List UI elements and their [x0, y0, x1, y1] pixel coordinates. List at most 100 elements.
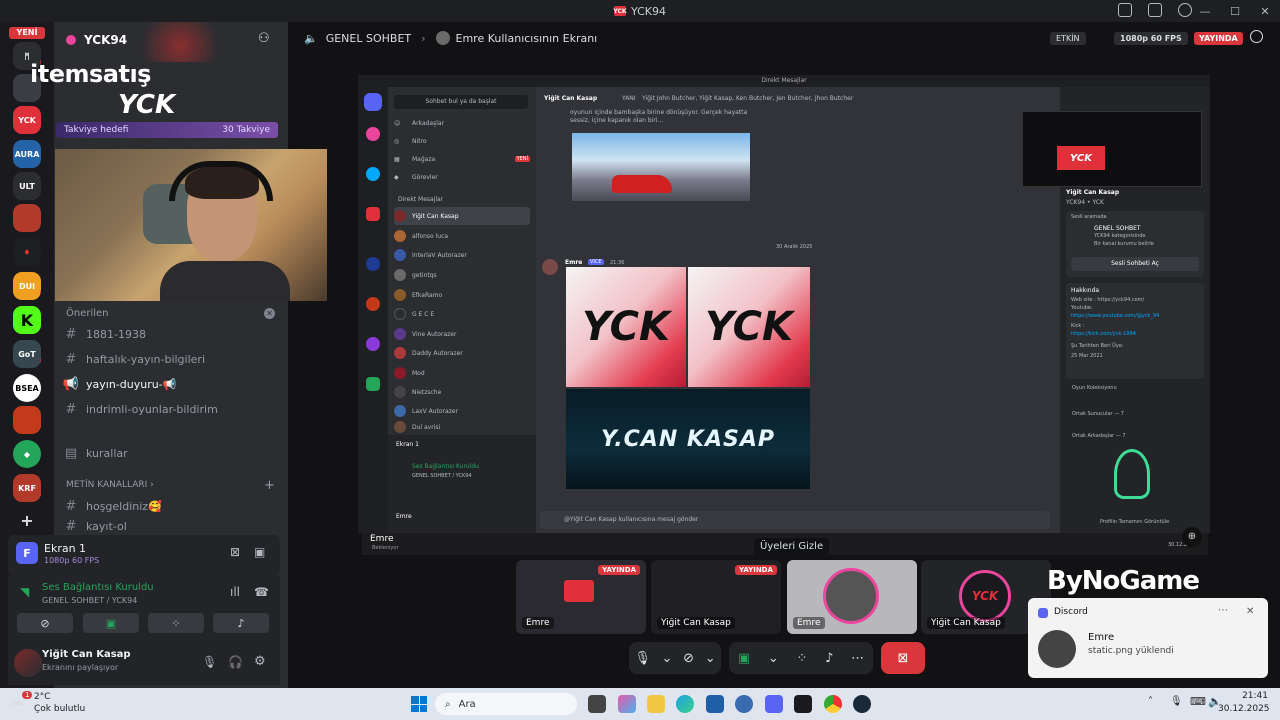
game-collection[interactable]: Oyun Koleksiyonu — [1072, 385, 1117, 391]
common-friends[interactable]: Ortak Arkadaşlar — 7 — [1072, 433, 1126, 439]
file-explorer-icon[interactable] — [647, 695, 665, 713]
inner-server-icon[interactable] — [366, 377, 380, 391]
noise-suppression-icon[interactable]: ıll — [230, 585, 240, 599]
inner-search[interactable]: Sohbet bul ya da başlat — [394, 95, 528, 109]
tray-chevron-icon[interactable]: ˄ — [1148, 696, 1153, 707]
inner-message-input[interactable]: @Yiğit Can Kasap kullanıcısına mesaj gön… — [540, 511, 1050, 529]
disconnect-icon[interactable]: ☎ — [254, 585, 269, 599]
copilot-icon[interactable] — [618, 695, 636, 713]
screen-share-button[interactable]: ▣ — [83, 613, 139, 633]
app-icon[interactable] — [794, 695, 812, 713]
user-avatar[interactable] — [14, 649, 42, 677]
network-icon[interactable]: ⌨ — [1190, 695, 1206, 708]
discord-taskbar-icon[interactable] — [765, 695, 783, 713]
microphone-icon[interactable]: 🎙 — [202, 655, 217, 669]
camera-off-button[interactable]: ⊘ — [683, 651, 694, 666]
text-channels-header[interactable]: METİN KANALLARI › — [66, 480, 154, 490]
voice-status[interactable]: Ses Bağlantısı Kuruldu — [42, 582, 154, 593]
server-icon-yck[interactable]: YCK — [13, 106, 41, 134]
add-server-button[interactable]: + — [13, 506, 41, 534]
inner-server-icon[interactable] — [366, 207, 380, 221]
zoom-icon[interactable]: ⊕ — [1182, 527, 1202, 547]
microphone-button[interactable]: 🎙 — [634, 651, 651, 666]
windows-start-icon[interactable] — [411, 696, 427, 712]
yck-image-1[interactable]: YCK — [566, 267, 686, 387]
channel-item[interactable]: 📢 yayın-duyuru-📢 — [62, 372, 272, 396]
inner-nav-item[interactable]: ◆ Görevler — [394, 168, 530, 186]
inner-server-icon[interactable] — [366, 337, 380, 351]
server-icon-aura[interactable]: AURA — [13, 140, 41, 168]
chevron-down-icon[interactable]: ⌄ — [705, 651, 716, 666]
inner-dm-item[interactable]: Yiğit Can Kasap — [394, 207, 530, 225]
chevron-down-icon[interactable]: ⌄ — [662, 651, 673, 666]
ycankasap-banner[interactable]: Y.CAN KASAP — [566, 389, 810, 489]
inner-dm-item[interactable]: Daddy Autorazer — [394, 344, 530, 362]
server-icon-ultimate[interactable]: ULT — [13, 172, 41, 200]
inner-dm-item[interactable]: Vine Autorazer — [394, 325, 530, 343]
server-icon-kick[interactable]: K — [13, 306, 41, 334]
stop-stream-icon[interactable]: ⊠ — [230, 545, 240, 559]
channel-item[interactable]: # haftalık-yayın-bilgileri — [62, 347, 272, 371]
add-member-icon[interactable]: ⚇ — [258, 31, 270, 46]
channel-item[interactable]: #1881-1938 — [62, 322, 272, 346]
camera-button[interactable]: ⊘ — [17, 613, 73, 633]
common-servers[interactable]: Ortak Sunucular — 7 — [1072, 411, 1124, 417]
inner-discord-home-icon[interactable] — [364, 93, 382, 111]
participant-tile[interactable]: YAYINDA Yiğit Can Kasap — [651, 560, 781, 634]
screen-share-button[interactable]: ▣ — [738, 651, 750, 666]
toast-more-icon[interactable]: ⋯ — [1218, 605, 1228, 616]
inbox-icon[interactable] — [1148, 3, 1162, 17]
server-icon-gothrones[interactable]: GoT11 — [13, 340, 41, 368]
steam-icon[interactable] — [853, 695, 871, 713]
task-view-icon[interactable] — [588, 695, 606, 713]
inner-nav-item[interactable]: ☺ Arkadaşlar — [394, 114, 530, 132]
settings-app-icon[interactable] — [735, 695, 753, 713]
channel-item[interactable]: # kayıt-ol — [62, 518, 272, 534]
participant-tile[interactable]: YAYINDA Emre — [516, 560, 646, 634]
server-icon-6[interactable]: ♦ — [13, 238, 41, 266]
minimize-button[interactable]: — — [1190, 5, 1220, 18]
server-icon-9[interactable]: 14 — [13, 406, 41, 434]
channel-item[interactable]: # indrimli-oyunlar-bildirim — [62, 397, 272, 421]
inner-server-icon[interactable] — [366, 257, 380, 271]
server-icon-kraft[interactable]: KRF259 — [13, 474, 41, 502]
view-full-profile[interactable]: Profilin Tamamını Görüntüle — [1100, 519, 1169, 525]
clock-time[interactable]: 21:41 — [1226, 691, 1268, 701]
inner-server-icon[interactable] — [366, 167, 380, 181]
clock-date[interactable]: 30.12.2025 — [1218, 704, 1270, 714]
activities-button[interactable]: ⁘ — [148, 613, 204, 633]
inner-nav-item[interactable]: ◎ Nitro — [394, 132, 530, 150]
activities-button[interactable]: ⁘ — [797, 651, 808, 666]
inner-dm-item[interactable]: Nietzsche — [394, 383, 530, 401]
server-icon-dui[interactable]: DUI1 — [13, 272, 41, 300]
add-channel-icon[interactable]: + — [264, 478, 275, 493]
channel-item[interactable]: ▤ kurallar — [62, 441, 272, 465]
channel-item[interactable]: # hoşgeldiniz🥰 — [62, 494, 272, 518]
inner-dm-item[interactable]: LaxV Autorazer — [394, 402, 530, 420]
server-icon-blacksea[interactable]: BSEA — [13, 374, 41, 402]
store-icon[interactable] — [706, 695, 724, 713]
more-options-button[interactable]: ⋯ — [851, 651, 864, 666]
inner-dm-item[interactable]: getintqs — [394, 266, 530, 284]
weather-widget[interactable]: ☁ 1 — [10, 691, 33, 712]
voice-channel-name[interactable]: GENEL SOHBET — [326, 32, 411, 45]
inner-dm-item[interactable]: EfkaRamo — [394, 286, 530, 304]
leave-call-button[interactable]: ⊠ — [881, 642, 925, 674]
notification-toast[interactable]: Discord ⋯ ✕ Emre static.png yüklendi — [1028, 598, 1268, 678]
inner-server-icon[interactable] — [366, 127, 380, 141]
inner-dm-item[interactable]: InterlaV Autorazer — [394, 246, 530, 264]
boost-bar[interactable]: Takviye hedefi 30 Takviye — [56, 122, 278, 138]
server-icon-5[interactable] — [13, 204, 41, 232]
inner-server-icon[interactable] — [366, 297, 380, 311]
edge-icon[interactable] — [676, 695, 694, 713]
maximize-button[interactable]: ☐ — [1220, 5, 1250, 18]
taskbar-search[interactable]: ⌕ Ara — [435, 693, 577, 715]
chat-bubble-icon[interactable] — [1250, 30, 1263, 43]
inner-nav-item[interactable]: ▦ Mağaza YENİ — [394, 150, 530, 168]
inner-dm-item[interactable]: Dul avrisi — [394, 421, 530, 433]
toast-close-icon[interactable]: ✕ — [1246, 606, 1254, 617]
yck-image-2[interactable]: YCK — [688, 267, 810, 387]
close-window-button[interactable]: ✕ — [1250, 5, 1280, 18]
server-icon-10[interactable]: ◆ — [13, 440, 41, 468]
inner-dm-item[interactable]: alfonso luca — [394, 227, 530, 245]
